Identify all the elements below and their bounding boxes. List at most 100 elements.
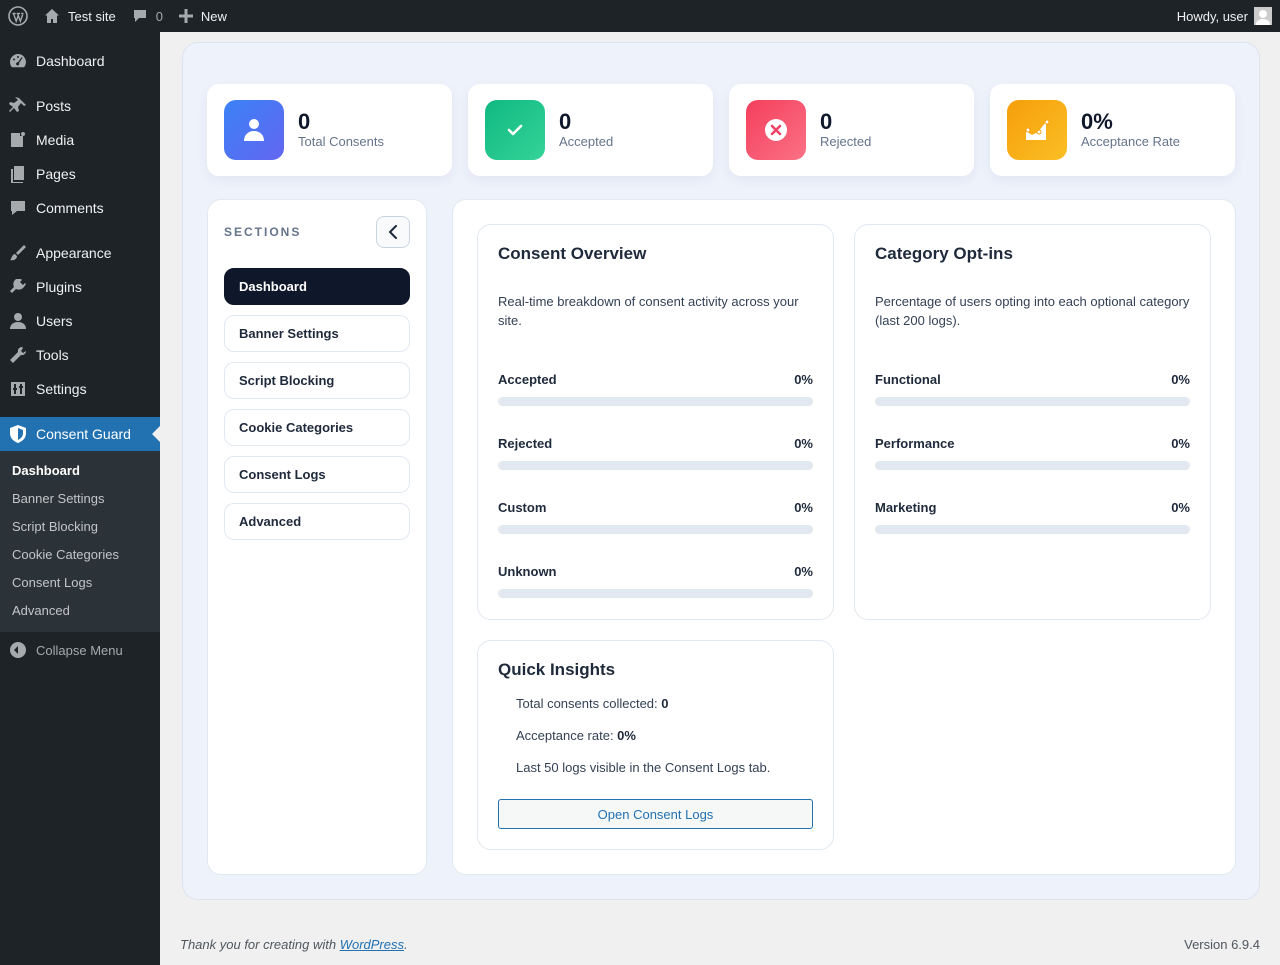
quick-insights-card: Quick Insights Total consents collected:… [477,640,834,850]
stat-label: Accepted [559,134,614,149]
user-icon [8,311,28,331]
menu-item-settings[interactable]: Settings [0,372,160,406]
consent-guard-submenu: Dashboard Banner Settings Script Blockin… [0,451,160,632]
wordpress-logo-icon [8,6,28,26]
footer-thanks: Thank you for creating with WordPress. [180,937,408,952]
menu-item-appearance[interactable]: Appearance [0,236,160,270]
insight-label: Acceptance rate: [516,728,618,743]
progress-track [875,461,1190,470]
sliders-icon [8,379,28,399]
sections-title: SECTIONS [224,225,302,239]
bar-row-performance: Performance 0% [875,436,1190,470]
card-description: Real-time breakdown of consent activity … [498,294,799,328]
submenu-item-script-blocking[interactable]: Script Blocking [0,513,160,541]
menu-item-pages[interactable]: Pages [0,157,160,191]
section-tab-banner-settings[interactable]: Banner Settings [224,315,410,352]
stat-card-total-consents: 0 Total Consents [207,84,452,176]
bar-row-marketing: Marketing 0% [875,500,1190,534]
menu-label: Tools [36,347,69,363]
dashboard-panel: Consent Overview Real-time breakdown of … [452,199,1236,875]
menu-item-comments[interactable]: Comments [0,191,160,225]
shield-icon [8,424,28,444]
sections-panel: SECTIONS Dashboard Banner Settings Scrip… [207,199,427,875]
menu-label: Consent Guard [36,426,131,442]
stat-card-accepted: 0 Accepted [468,84,713,176]
submenu-item-advanced[interactable]: Advanced [0,597,160,625]
comments-count: 0 [155,8,163,24]
brush-icon [8,243,28,263]
site-name-link[interactable]: Test site [36,0,124,32]
pin-icon [8,96,28,116]
submenu-item-banner-settings[interactable]: Banner Settings [0,485,160,513]
comment-icon [133,10,146,22]
menu-item-tools[interactable]: Tools [0,338,160,372]
progress-track [875,525,1190,534]
bar-label: Performance [875,436,955,451]
comment-icon [8,198,28,218]
section-tab-consent-logs[interactable]: Consent Logs [224,456,410,493]
menu-item-posts[interactable]: Posts [0,89,160,123]
menu-label: Posts [36,98,72,114]
wordpress-logo-button[interactable] [0,0,36,32]
submenu-item-dashboard[interactable]: Dashboard [0,457,160,485]
progress-track [498,525,813,534]
footer-suffix: . [404,937,408,952]
comments-link[interactable]: 0 [124,0,171,32]
stat-value: 0% [1081,109,1113,134]
stat-card-rejected: 0 Rejected [729,84,974,176]
bar-row-rejected: Rejected 0% [498,436,813,470]
bar-value: 0% [1171,436,1190,451]
consent-overview-card: Consent Overview Real-time breakdown of … [477,224,834,620]
howdy-text: Howdy, user [1176,8,1248,24]
stat-value: 0 [298,109,311,134]
plus-icon [178,9,193,23]
menu-item-media[interactable]: Media [0,123,160,157]
stat-label: Acceptance Rate [1081,134,1181,149]
open-consent-logs-button[interactable]: Open Consent Logs [498,799,813,829]
menu-item-dashboard[interactable]: Dashboard [0,44,160,78]
bar-value: 0% [1171,372,1190,387]
stat-value: 0 [820,109,833,134]
x-circle-icon [746,100,806,160]
bar-label: Custom [498,500,547,515]
bar-label: Marketing [875,500,937,515]
home-icon [45,9,59,23]
card-title: Consent Overview [498,244,647,263]
section-tab-advanced[interactable]: Advanced [224,503,410,540]
pages-icon [8,164,28,184]
my-account[interactable]: Howdy, user [1177,7,1280,25]
collapse-sections-button[interactable] [376,216,410,248]
menu-item-consent-guard[interactable]: Consent Guard [0,417,160,451]
bar-row-accepted: Accepted 0% [498,372,813,406]
menu-label: Dashboard [36,53,105,69]
section-tab-dashboard[interactable]: Dashboard [224,268,410,305]
admin-bar: Test site 0 New Howdy, user [0,0,1280,32]
menu-item-plugins[interactable]: Plugins [0,270,160,304]
bar-row-unknown: Unknown 0% [498,564,813,598]
stat-label: Rejected [820,134,872,149]
site-name: Test site [68,8,116,24]
footer-thanks-text: Thank you for creating with [180,937,340,952]
section-tab-script-blocking[interactable]: Script Blocking [224,362,410,399]
bar-label: Accepted [498,372,557,387]
chart-icon [1007,100,1067,160]
insight-logs-note: Last 50 logs visible in the Consent Logs… [516,760,771,775]
submenu-item-cookie-categories[interactable]: Cookie Categories [0,541,160,569]
submenu-item-consent-logs[interactable]: Consent Logs [0,569,160,597]
menu-label: Settings [36,381,87,397]
menu-item-users[interactable]: Users [0,304,160,338]
collapse-menu-label: Collapse Menu [36,642,123,658]
wordpress-link[interactable]: WordPress [340,937,404,952]
bar-label: Rejected [498,436,553,451]
collapse-arrow-icon [10,642,26,658]
menu-label: Comments [36,200,104,216]
progress-track [875,397,1190,406]
insight-value: 0% [617,728,636,743]
new-content-link[interactable]: New [171,0,235,32]
insight-acceptance-rate: Acceptance rate: 0% [516,728,636,743]
insight-label: Total consents collected: [516,696,662,711]
collapse-menu-button[interactable]: Collapse Menu [0,633,160,667]
menu-label: Pages [36,166,76,182]
progress-track [498,397,813,406]
section-tab-cookie-categories[interactable]: Cookie Categories [224,409,410,446]
